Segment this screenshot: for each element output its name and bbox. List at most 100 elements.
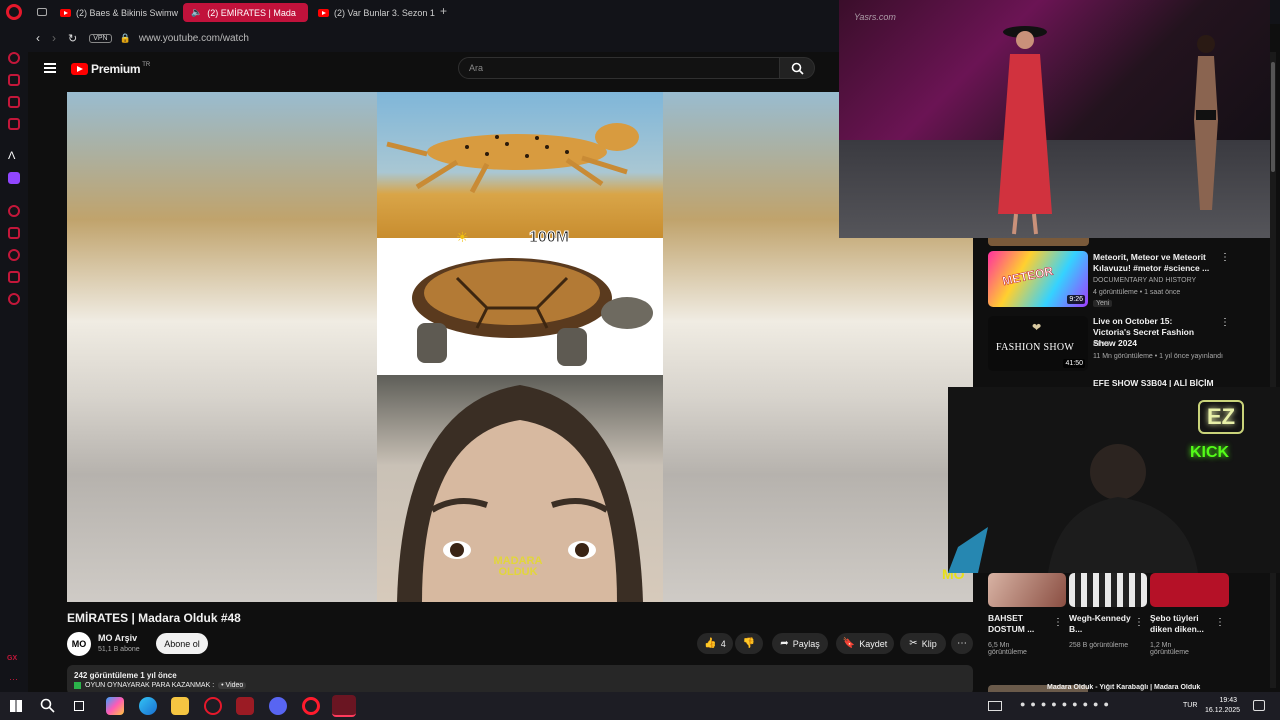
clip-button[interactable]: ✂ Klip	[900, 633, 946, 654]
youtube-region: TR	[142, 62, 151, 68]
hamburger-menu-icon[interactable]	[44, 63, 56, 73]
rec-thumb-fashion[interactable]: ❤ FASHION SHOW 41:50	[988, 316, 1088, 371]
video-overlay-text: 100M	[528, 229, 570, 247]
short-more-icon[interactable]: ⋮	[1215, 617, 1225, 628]
taskbar-clock[interactable]: 19:43 16.12.2025	[1205, 696, 1241, 716]
back-icon[interactable]: ‹	[36, 31, 40, 45]
sidebar-history-icon[interactable]	[8, 52, 20, 64]
tray-icons[interactable]: ●●●●●●●●●	[1020, 699, 1114, 709]
active-app-icon[interactable]	[332, 695, 356, 717]
share-icon: ➦	[780, 638, 789, 649]
rec-channel[interactable]: DOCUMENTARY AND HISTORY	[1093, 277, 1196, 284]
notifications-icon[interactable]	[1253, 700, 1265, 711]
channel-name[interactable]: MO Arşiv	[98, 633, 137, 643]
tab-label: (2) Var Bunlar 3. Sezon 1.	[334, 7, 435, 18]
channel-avatar[interactable]: MO	[67, 632, 91, 656]
share-label: Paylaş	[792, 638, 820, 649]
short-thumb-3[interactable]	[1150, 573, 1229, 607]
url-field[interactable]: www.youtube.com/watch	[139, 33, 249, 44]
thumbs-down-icon: 👎	[742, 638, 756, 649]
short-views: 6,5 Mn görüntüleme	[988, 642, 1027, 656]
opera-logo-icon[interactable]	[6, 4, 22, 20]
clock-date: 16.12.2025	[1205, 707, 1241, 714]
address-bar: ‹ › ↻ VPN 🔒 www.youtube.com/watch	[28, 24, 840, 52]
sidebar-clock-icon[interactable]	[8, 249, 20, 261]
vpn-badge[interactable]: VPN	[89, 33, 112, 43]
short-thumb-1[interactable]	[988, 573, 1066, 607]
sidebar-settings-icon[interactable]	[8, 293, 20, 305]
sidebar-player-icon[interactable]	[8, 205, 20, 217]
save-label: Kaydet	[859, 638, 888, 649]
sidebar-twitch-icon[interactable]	[8, 172, 20, 184]
task-view-icon[interactable]	[74, 701, 84, 711]
dislike-button[interactable]: 👎	[735, 633, 763, 654]
sidebar-notes-icon[interactable]	[8, 227, 20, 239]
subscribe-button[interactable]: Abone ol	[156, 633, 208, 654]
rec-title[interactable]: Live on October 15: Victoria's Secret Fa…	[1093, 316, 1211, 349]
sidebar-aria-icon[interactable]: Λ	[8, 150, 15, 162]
short-more-icon[interactable]: ⋮	[1134, 617, 1144, 628]
share-button[interactable]: ➦ Paylaş	[772, 633, 828, 654]
short-title[interactable]: Şebo tüyleri diken diken...	[1150, 613, 1212, 635]
rec-new-badge: Yeni	[1093, 300, 1113, 307]
more-icon: ⋯	[957, 638, 967, 649]
opera-gx-taskbar-icon[interactable]	[204, 697, 222, 715]
voice-app-icon[interactable]	[236, 697, 254, 715]
thumbs-up-icon: 👍	[704, 638, 717, 649]
keyboard-language[interactable]: TUR	[1183, 702, 1197, 709]
sidebar-more-icon[interactable]: ⋯	[9, 674, 18, 685]
tab-baes-bikinis[interactable]: (2) Baes & Bikinis Swimw	[52, 3, 178, 22]
rec-title[interactable]: Meteorit, Meteor ve Meteorit Kılavuzu! #…	[1093, 252, 1211, 274]
widgets-icon[interactable]	[988, 701, 1002, 711]
rec-more-icon[interactable]: ⋮	[1220, 317, 1230, 328]
scrollbar[interactable]	[1270, 52, 1276, 688]
description-text: OYUN OYNAYARAK PARA KAZANMAK :	[85, 682, 215, 689]
copilot-icon[interactable]	[106, 697, 124, 715]
short-title[interactable]: BAHSET DOSTUM ...	[988, 613, 1050, 635]
description-box[interactable]: 242 görüntüleme 1 yıl önce OYUN OYNAYARA…	[67, 665, 973, 695]
youtube-logo[interactable]: Premium TR	[71, 62, 150, 76]
rec-thumb-meteor[interactable]: METEOR 9:26	[988, 251, 1088, 307]
youtube-icon	[60, 8, 71, 17]
tab-emirates-active[interactable]: 🔈 (2) EMİRATES | Mada	[183, 3, 308, 22]
browser-sidebar: Λ GX ⋯	[0, 24, 28, 692]
sidebar-messenger-icon[interactable]	[8, 96, 20, 108]
speaker-icon[interactable]: 🔈	[191, 7, 202, 18]
short-views: 1,2 Mn görüntüleme	[1150, 642, 1189, 656]
taskbar-search-icon[interactable]	[40, 698, 55, 713]
file-explorer-icon[interactable]	[171, 697, 189, 715]
like-button[interactable]: 👍 4	[697, 633, 733, 654]
stream-watermark: Yasrs.com	[854, 12, 896, 22]
forward-icon[interactable]: ›	[52, 31, 56, 45]
search-icon	[791, 62, 804, 75]
tab-menu-icon[interactable]	[37, 8, 47, 16]
short-more-icon[interactable]: ⋮	[1053, 617, 1063, 628]
runway-model-image	[1194, 35, 1218, 210]
bottom-rec-title[interactable]: Madara Olduk - Yiğit Karabağlı | Madara …	[1047, 684, 1217, 692]
more-actions-button[interactable]: ⋯	[951, 633, 973, 654]
sidebar-send-icon[interactable]	[8, 271, 20, 283]
tab-var-bunlar[interactable]: (2) Var Bunlar 3. Sezon 1.	[310, 3, 435, 22]
cheetah-panel	[377, 92, 663, 238]
new-tab-button[interactable]: +	[440, 4, 447, 18]
search-button[interactable]	[779, 57, 815, 79]
windows-start-icon[interactable]	[10, 700, 22, 712]
tortoise-panel	[377, 238, 663, 375]
save-button[interactable]: 🔖 Kaydet	[836, 633, 894, 654]
short-thumb-2[interactable]	[1069, 573, 1147, 607]
sidebar-gx-label[interactable]: GX	[7, 655, 17, 662]
reload-icon[interactable]: ↻	[68, 32, 77, 45]
opera-taskbar-icon[interactable]	[302, 697, 320, 715]
edge-icon[interactable]	[139, 697, 157, 715]
video-tag[interactable]: • Video	[218, 682, 247, 689]
short-title[interactable]: Wegh-Kennedy B...	[1069, 613, 1131, 635]
youtube-icon	[318, 8, 329, 17]
rec-channel[interactable]: PINK	[1093, 341, 1109, 348]
rec-more-icon[interactable]: ⋮	[1220, 252, 1230, 263]
sidebar-instagram-icon[interactable]	[8, 118, 20, 130]
rec-meta: 11 Mn görüntüleme • 1 yıl önce yayınland…	[1093, 353, 1223, 360]
search-input[interactable]: Ara	[458, 57, 780, 79]
sidebar-bag-icon[interactable]	[8, 74, 20, 86]
video-watermark: MADARA OLDUK	[493, 555, 543, 578]
discord-icon[interactable]	[269, 697, 287, 715]
